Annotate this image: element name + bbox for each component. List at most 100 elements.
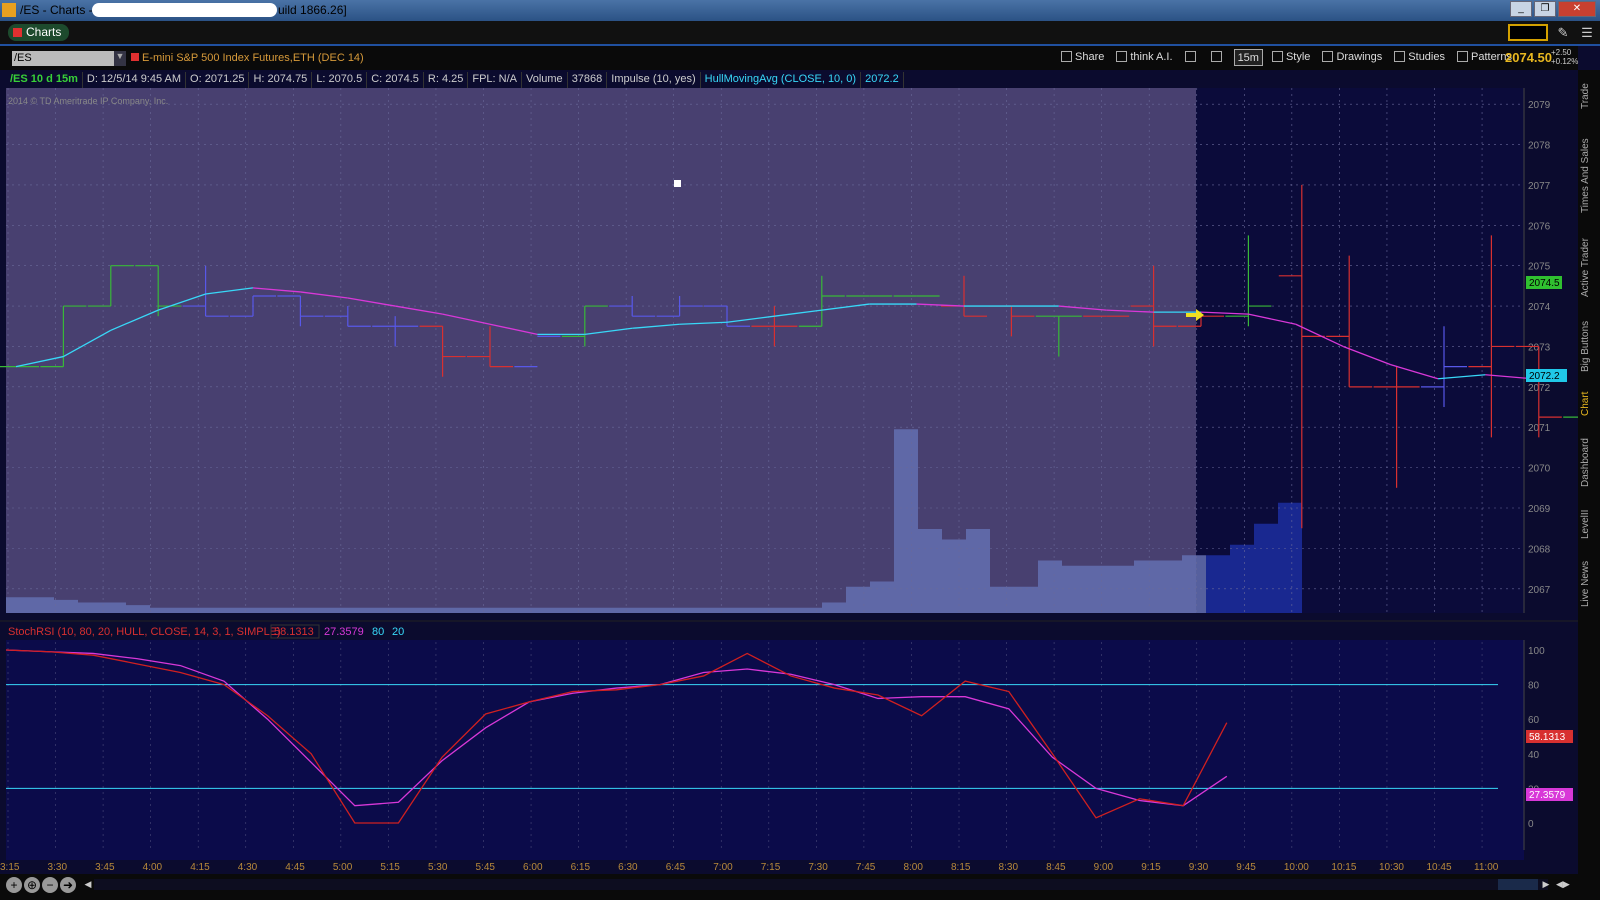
volume-bar <box>198 607 222 613</box>
sidetab-dashboard[interactable]: Dashboard <box>1580 432 1598 494</box>
info-open: O: 2071.25 <box>186 72 250 88</box>
tab-charts[interactable]: Charts <box>8 24 70 41</box>
volume-bar <box>318 607 342 613</box>
volume-bar <box>1014 586 1038 613</box>
info-hma[interactable]: HullMovingAvg (CLOSE, 10, 0) <box>701 72 862 88</box>
share-button[interactable]: Share <box>1058 49 1107 66</box>
volume-bar <box>78 602 102 613</box>
zoom-in-button[interactable]: + <box>6 877 22 893</box>
window-controls: _ ❐ ✕ <box>1510 1 1596 17</box>
zoom-out-button[interactable]: − <box>42 877 58 893</box>
tools-button[interactable] <box>1182 49 1202 66</box>
copyright-text: 2014 © TD Ameritrade IP Company, Inc. <box>8 96 168 106</box>
sidetab-trade[interactable]: Trade <box>1580 76 1598 116</box>
volume-bar <box>774 607 798 613</box>
sidetab-level2[interactable]: LevelII <box>1580 502 1598 546</box>
symbol-input[interactable] <box>12 51 114 66</box>
pin-icon[interactable]: ✎ <box>1554 24 1572 41</box>
price-tick-label: 2074 <box>1528 302 1551 313</box>
info-volume-label[interactable]: Volume <box>522 72 568 88</box>
info-impulse[interactable]: Impulse (10, yes) <box>607 72 701 88</box>
sidetab-chart[interactable]: Chart <box>1580 384 1598 424</box>
time-tick-label: 11:00 <box>1474 862 1499 873</box>
volume-bar <box>750 607 774 613</box>
study-k-value: 58.1313 <box>274 626 314 638</box>
sidetab-active-trader[interactable]: Active Trader <box>1580 230 1598 306</box>
tools-icon <box>1184 51 1196 62</box>
scroll-left-icon[interactable]: ◀ <box>82 879 94 890</box>
volume-bar <box>462 607 486 613</box>
study-oversold: 20 <box>392 626 404 638</box>
aggregation-button[interactable]: 15m <box>1233 49 1263 66</box>
maximize-button[interactable]: ❐ <box>1534 1 1556 17</box>
ohlc-bar <box>1563 416 1578 418</box>
drawings-button[interactable]: Drawings <box>1319 49 1385 66</box>
study-label[interactable]: StochRSI (10, 80, 20, HULL, CLOSE, 14, 3… <box>8 626 281 638</box>
time-tick-label: 6:15 <box>571 862 591 873</box>
volume-bar <box>1158 560 1182 613</box>
volume-bar <box>294 607 318 613</box>
studies-button[interactable]: Studies <box>1391 49 1448 66</box>
volume-bar <box>126 605 150 613</box>
last-price-tag-text: 2074.5 <box>1529 278 1560 289</box>
volume-bar <box>1254 523 1278 613</box>
think-ai-button[interactable]: think A.I. <box>1113 49 1175 66</box>
chart-info-bar: /ES 10 d 15m D: 12/5/14 9:45 AM O: 2071.… <box>6 72 1518 88</box>
price-tick-label: 2078 <box>1528 141 1551 152</box>
time-tick-label: 8:45 <box>1046 862 1066 873</box>
study-d-value: 27.3579 <box>324 626 364 638</box>
time-tick-label: 7:45 <box>856 862 876 873</box>
zoom-reset-button[interactable]: ⊕ <box>24 877 40 893</box>
time-tick-label: 3:45 <box>95 862 115 873</box>
sidetab-times-and-sales[interactable]: Times And Sales <box>1580 130 1598 222</box>
volume-bar <box>54 599 78 613</box>
settings-button[interactable] <box>1208 49 1228 66</box>
flag-icon <box>131 53 139 61</box>
scrollbar-thumb[interactable] <box>1498 879 1538 890</box>
minimize-button[interactable]: _ <box>1510 1 1532 17</box>
volume-bar <box>582 607 606 613</box>
wrench-icon <box>1210 51 1222 62</box>
volume-bar <box>270 607 294 613</box>
time-tick-label: 8:30 <box>999 862 1019 873</box>
time-tick-label: 4:45 <box>285 862 305 873</box>
last-price-tag: 2074.5 <box>1526 276 1562 289</box>
price-tick-label: 2079 <box>1528 100 1551 111</box>
volume-bar <box>174 607 198 613</box>
volume-bar <box>822 602 846 613</box>
tab-charts-label: Charts <box>26 25 62 39</box>
forward-button[interactable]: ➜ <box>60 877 76 893</box>
expand-icon[interactable]: ◀▶ <box>1556 879 1570 890</box>
pencil-icon <box>1322 51 1334 62</box>
volume-bar <box>846 586 870 613</box>
chart-canvas[interactable]: 2067206820692070207120722073207420752076… <box>0 88 1578 874</box>
time-tick-label: 9:15 <box>1141 862 1161 873</box>
time-tick-label: 7:00 <box>713 862 733 873</box>
volume-bar <box>654 607 678 613</box>
info-ticker[interactable]: /ES 10 d 15m <box>6 72 83 88</box>
style-button[interactable]: Style <box>1269 49 1313 66</box>
share-icon <box>1061 51 1072 62</box>
volume-bar <box>390 607 414 613</box>
cursor-marker <box>674 180 681 187</box>
sidetab-live-news[interactable]: Live News <box>1580 554 1598 614</box>
price-change: +2.50 +0.12% <box>1551 48 1578 66</box>
volume-bar <box>966 529 990 613</box>
symbol-description-text: E-mini S&P 500 Index Futures,ETH (DEC 14… <box>142 52 364 64</box>
scroll-right-icon[interactable]: ▶ <box>1540 879 1552 890</box>
osc-tick-label: 80 <box>1528 681 1540 692</box>
volume-bar <box>894 429 918 613</box>
menu-icon[interactable]: ☰ <box>1578 24 1596 41</box>
sidetab-big-buttons[interactable]: Big Buttons <box>1580 314 1598 378</box>
time-tick-label: 4:00 <box>143 862 163 873</box>
horizontal-scrollbar[interactable] <box>94 879 1548 890</box>
symbol-dropdown-icon[interactable]: ▼ <box>114 51 126 66</box>
style-icon <box>1271 51 1283 62</box>
close-button[interactable]: ✕ <box>1558 1 1596 17</box>
d-tag-text: 27.3579 <box>1529 790 1566 801</box>
info-high: H: 2074.75 <box>249 72 313 88</box>
study-overbought: 80 <box>372 626 384 638</box>
info-low: L: 2070.5 <box>312 72 368 88</box>
link-box[interactable] <box>1508 24 1548 41</box>
window-title: /ES - Charts - <box>20 3 93 17</box>
